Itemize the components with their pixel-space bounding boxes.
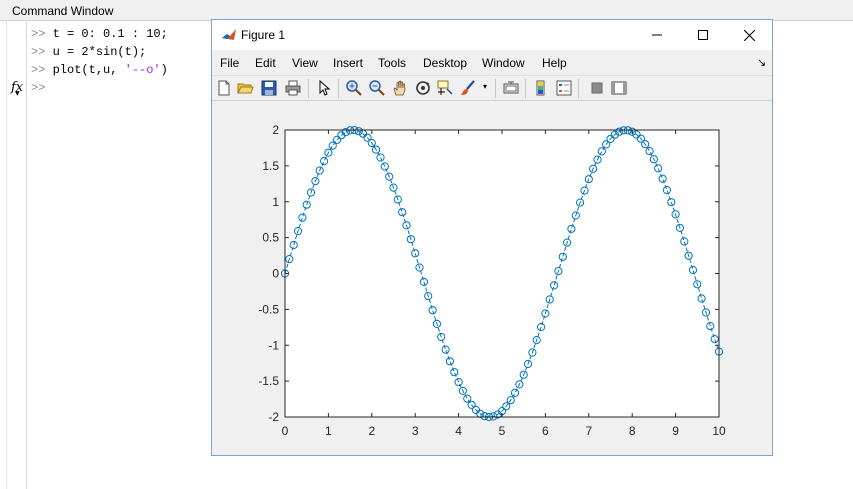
x-tick-label: 9 [672,424,679,438]
matlab-logo-icon [221,27,237,43]
function-browser-icon[interactable]: fx ▼ [11,80,23,97]
y-tick-label: -2 [268,410,279,424]
x-tick-label: 8 [629,424,636,438]
x-tick-label: 10 [712,424,726,438]
toolbar-separator [338,79,339,98]
insert-colorbar-icon[interactable] [532,79,550,97]
dock-arrow-icon[interactable]: ↘ [757,56,766,69]
link-plot-icon[interactable] [502,79,520,97]
x-tick-label: 1 [325,424,332,438]
command-input-line[interactable]: >> [31,81,45,95]
y-tick-label: 1.5 [262,159,279,173]
command-code-tail: ) [160,63,168,77]
command-window-title: Command Window [12,4,114,18]
y-tick-label: 1 [272,195,279,209]
edit-plot-arrow-icon[interactable] [315,79,333,97]
brush-icon[interactable] [459,79,477,97]
minimize-button[interactable] [634,20,680,50]
axes-svg[interactable]: 0 1 2 3 4 5 6 7 8 9 10 2 1.5 1 0.5 0 -0.5 -1 -1.5 -2 [212,101,772,455]
data-cursor-icon[interactable] [436,79,454,97]
gutter-edge [6,21,7,489]
menu-help[interactable]: Help [542,56,567,70]
x-tick-label: 7 [585,424,592,438]
save-icon[interactable] [260,79,278,97]
command-code: t = 0: 0.1 : 10; [52,27,168,41]
x-tick-label: 4 [455,424,462,438]
menu-insert[interactable]: Insert [333,56,363,70]
y-tick-label: 2 [272,123,279,137]
y-tick-label: -1 [268,338,279,352]
toolbar-separator [495,79,496,98]
y-tick-label: -0.5 [258,302,279,316]
print-icon[interactable] [284,79,302,97]
fx-caret-icon: ▼ [15,90,20,97]
menu-window[interactable]: Window [482,56,525,70]
y-tick-label: 0 [272,267,279,281]
pan-hand-icon[interactable] [391,79,409,97]
insert-legend-icon[interactable] [555,79,573,97]
x-tick-label: 0 [282,424,289,438]
prompt: >> [31,63,46,77]
show-plot-tools-icon[interactable] [610,79,628,97]
figure-toolbar: ▾ [212,75,772,101]
command-line-2[interactable]: >> u = 2*sin(t); [31,45,146,59]
minimize-icon [652,34,662,36]
x-tick-label: 5 [499,424,506,438]
prompt: >> [31,27,46,41]
prompt: >> [31,45,46,59]
toolbar-separator [578,79,579,98]
menu-tools[interactable]: Tools [378,56,406,70]
command-string-literal: '--o' [124,63,161,77]
open-file-icon[interactable] [236,79,254,97]
brush-dropdown-icon[interactable]: ▾ [483,82,487,91]
toolbar-separator [525,79,526,98]
zoom-out-icon[interactable] [368,79,386,97]
command-code: u = 2*sin(t); [52,45,147,59]
zoom-in-icon[interactable] [345,79,363,97]
menu-edit[interactable]: Edit [255,56,276,70]
command-code: plot(t,u, [52,63,125,77]
x-tick-label: 6 [542,424,549,438]
figure-title: Figure 1 [241,28,286,42]
command-line-1[interactable]: >> t = 0: 0.1 : 10; [31,27,168,41]
toolbar-separator [308,79,309,98]
close-button[interactable] [726,20,772,50]
command-window-header: Command Window [0,0,853,21]
command-line-3[interactable]: >> plot(t,u, '--o') [31,63,168,77]
y-tick-label: -1.5 [258,374,279,388]
y-tick-label: 0.5 [262,231,279,245]
figure-menubar: File Edit View Insert Tools Desktop Wind… [212,50,772,75]
menu-desktop[interactable]: Desktop [423,56,467,70]
menu-file[interactable]: File [220,56,239,70]
prompt: >> [31,81,46,95]
figure-titlebar[interactable]: Figure 1 [212,20,772,50]
menu-view[interactable]: View [292,56,318,70]
maximize-icon [698,30,708,40]
x-tick-label: 2 [368,424,375,438]
rotate-3d-icon[interactable] [414,79,432,97]
x-tick-label: 3 [412,424,419,438]
figure-window[interactable]: Figure 1 File Edit View Insert Tools Des… [211,19,773,456]
new-figure-icon[interactable] [215,79,233,97]
hide-plot-tools-icon[interactable] [588,79,606,97]
close-icon [743,29,755,41]
axes-background [285,130,719,417]
figure-plot-area: 0 1 2 3 4 5 6 7 8 9 10 2 1.5 1 0.5 0 -0.5 -1 -1.5 -2 [212,101,772,455]
maximize-button[interactable] [680,20,726,50]
